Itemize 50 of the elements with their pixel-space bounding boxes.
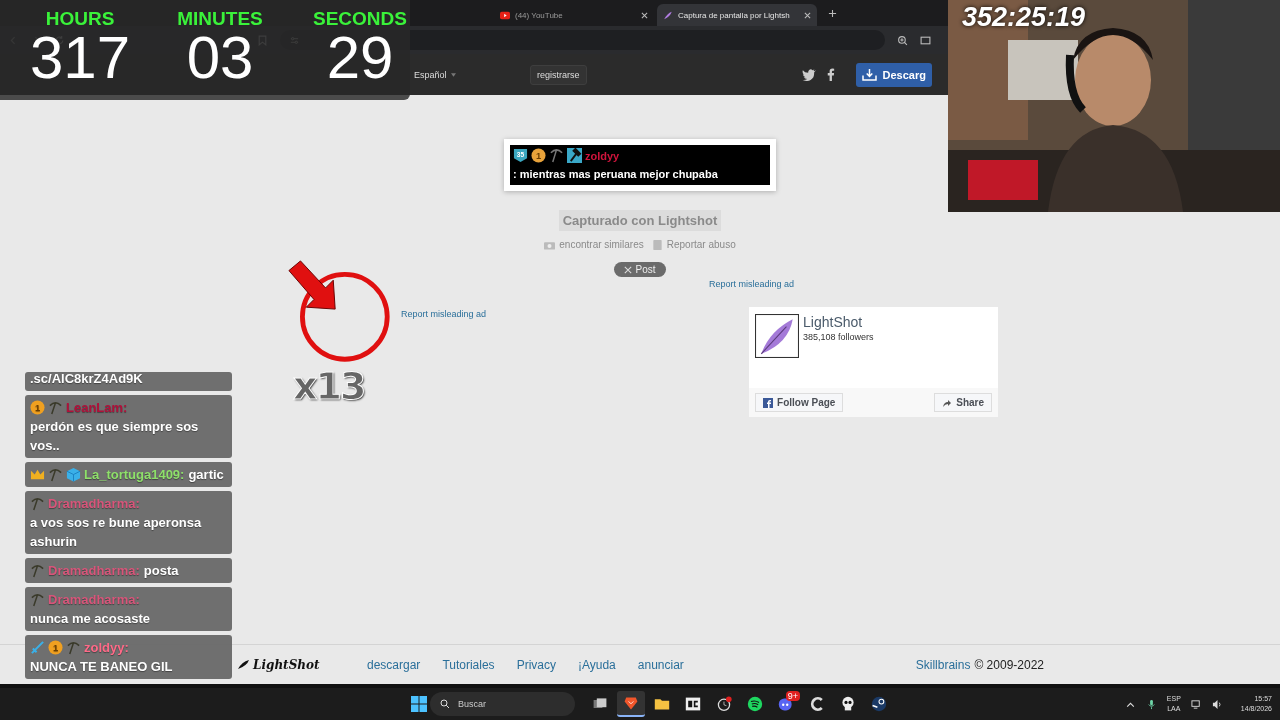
- footer-link[interactable]: Tutoriales: [442, 657, 495, 672]
- timer-value: 03: [186, 28, 254, 88]
- footer-logo[interactable]: LightShot: [253, 657, 320, 672]
- chat-message: .sc/AlC8krZ4Ad9K: [30, 372, 143, 386]
- timer-label: MINUTES: [177, 9, 263, 28]
- report-ad-link[interactable]: Report misleading ad: [709, 279, 999, 289]
- chat-username: LeanLam:: [66, 400, 128, 415]
- follow-button[interactable]: Follow Page: [755, 393, 844, 412]
- follower-count: 385,108 followers: [803, 332, 874, 342]
- footer-link[interactable]: descargar: [367, 657, 421, 672]
- chat-username: zoldyy: [585, 150, 620, 162]
- browser-tab[interactable]: (44) YouTube: [494, 4, 654, 26]
- search-field[interactable]: Buscar: [430, 692, 575, 716]
- report-ad-link[interactable]: Report misleading ad: [401, 309, 487, 319]
- footer-link[interactable]: Privacy: [516, 657, 556, 672]
- chat-username: Dramadharma:: [48, 592, 140, 607]
- copyright: © 2009-2022: [974, 657, 1044, 672]
- taskbar-app[interactable]: 9+: [772, 691, 800, 717]
- timer-label: HOURS: [45, 9, 115, 28]
- coin-badge: 1: [30, 400, 45, 415]
- footer-link[interactable]: ¡Ayuda: [577, 657, 616, 672]
- language-select[interactable]: Español: [414, 69, 530, 80]
- timer-value: 29: [326, 28, 394, 88]
- ad-multiplier: x13: [293, 367, 365, 405]
- company-link[interactable]: Skillbrains: [915, 657, 971, 672]
- post-button[interactable]: Post: [614, 262, 666, 277]
- chat-message: perdón es que siempre sos vos..: [30, 418, 200, 455]
- coin-badge: 1: [48, 640, 63, 655]
- chat-message: NUNCA TE BANEO GIL: [30, 658, 173, 676]
- notification-badge: 9+: [785, 691, 800, 701]
- coin-badge: 1: [531, 148, 546, 163]
- chat-username: zoldyy:: [84, 640, 129, 655]
- timer-label: SECONDS: [313, 9, 407, 28]
- chat-message: nunca me acosaste: [30, 610, 150, 628]
- chat-message: : mientras mas peruana mejor chupaba: [513, 167, 718, 182]
- chat-message: a vos sos re bune aperonsa ashurin: [30, 514, 203, 551]
- chat-message: posta: [143, 562, 179, 580]
- chat-username: La_tortuga1409:: [84, 467, 185, 482]
- chat-username: Dramadharma:: [48, 496, 140, 511]
- footer-link[interactable]: anunciar: [637, 657, 684, 672]
- chat-message: gartic: [188, 466, 224, 484]
- chat-username: Dramadharma:: [48, 563, 140, 578]
- page-name[interactable]: LightShot: [803, 314, 874, 330]
- stream-uptime: 352:25:19: [962, 2, 1086, 33]
- share-button[interactable]: Share: [934, 393, 993, 412]
- caption-label: Capturado con Lightshot: [558, 210, 722, 231]
- browser-tab[interactable]: Captura de pantalla por Lightsh: [657, 4, 817, 26]
- register-button[interactable]: registrarse: [530, 64, 587, 85]
- download-button[interactable]: Descarg: [855, 62, 932, 87]
- timer-value: 317: [29, 28, 131, 88]
